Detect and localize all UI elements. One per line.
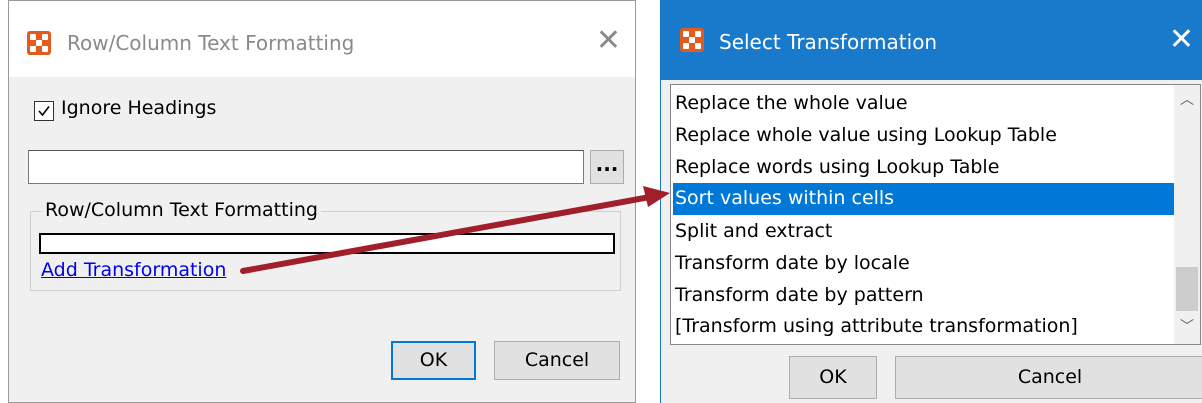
annotation-arrow-icon bbox=[240, 186, 670, 274]
